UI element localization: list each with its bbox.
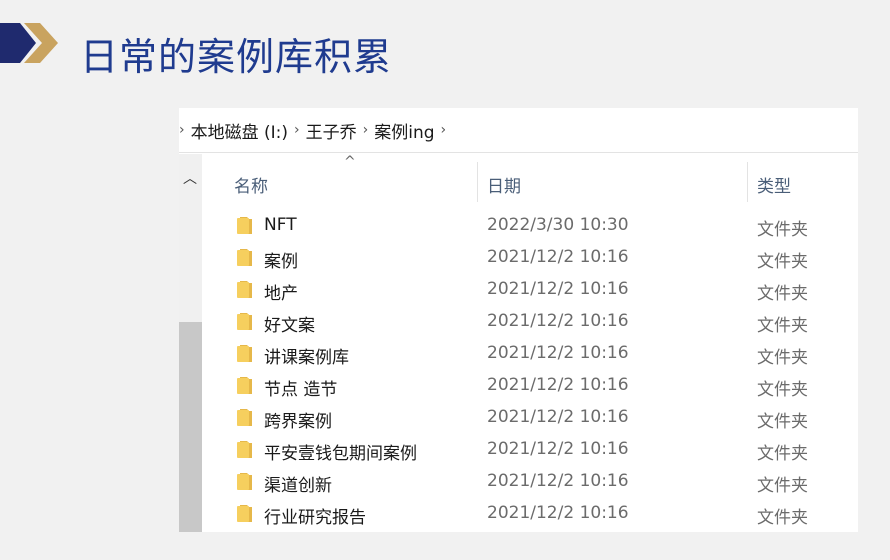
file-row[interactable]: 行业研究报告 2021/12/2 10:16 文件夹 (202, 498, 858, 530)
file-type: 文件夹 (757, 380, 808, 400)
folder-icon (237, 409, 252, 426)
chevron-right-icon[interactable]: › (441, 122, 447, 138)
file-date: 2021/12/2 10:16 (487, 375, 629, 395)
file-date: 2021/12/2 10:16 (487, 343, 629, 363)
breadcrumb: › 本地磁盘 (I:) › 王子乔 › 案例ing › (179, 108, 858, 153)
file-date: 2021/12/2 10:16 (487, 247, 629, 267)
file-row[interactable]: 讲课案例库 2021/12/2 10:16 文件夹 (202, 338, 858, 370)
file-date: 2021/12/2 10:16 (487, 471, 629, 491)
file-row[interactable]: 跨界案例 2021/12/2 10:16 文件夹 (202, 402, 858, 434)
chevron-right-icon[interactable]: › (294, 122, 300, 138)
folder-icon (237, 441, 252, 458)
folder-icon (237, 345, 252, 362)
file-name: 节点 造节 (264, 380, 338, 400)
file-row[interactable]: 地产 2021/12/2 10:16 文件夹 (202, 274, 858, 306)
folder-icon (237, 473, 252, 490)
file-date: 2021/12/2 10:16 (487, 279, 629, 299)
file-type: 文件夹 (757, 412, 808, 432)
file-name: 案例 (264, 252, 298, 272)
column-header-type[interactable]: 类型 (757, 172, 791, 197)
file-date: 2021/12/2 10:16 (487, 439, 629, 459)
column-header-name[interactable]: 名称 (234, 172, 268, 197)
file-row[interactable]: 节点 造节 2021/12/2 10:16 文件夹 (202, 370, 858, 402)
file-name: 地产 (264, 284, 298, 304)
chevron-right-icon[interactable]: › (179, 122, 185, 138)
file-explorer-window: › 本地磁盘 (I:) › 王子乔 › 案例ing › ︿ ^ 名称 日期 类型… (179, 108, 858, 532)
file-date: 2021/12/2 10:16 (487, 503, 629, 523)
column-header-row: ^ 名称 日期 类型 (202, 154, 858, 210)
folder-icon (237, 505, 252, 522)
file-type: 文件夹 (757, 508, 808, 528)
breadcrumb-item-drive[interactable]: 本地磁盘 (I:) (191, 118, 288, 143)
file-name: 好文案 (264, 316, 315, 336)
scrollbar-thumb[interactable] (179, 322, 202, 532)
breadcrumb-item-folder[interactable]: 王子乔 (306, 118, 357, 143)
vertical-scrollbar[interactable]: ︿ (179, 154, 202, 532)
column-divider[interactable] (477, 162, 478, 202)
file-type: 文件夹 (757, 284, 808, 304)
title-chevron-gold-icon (24, 23, 58, 63)
file-row[interactable]: 渠道创新 2021/12/2 10:16 文件夹 (202, 466, 858, 498)
file-row[interactable]: NFT 2022/3/30 10:30 文件夹 (202, 210, 858, 242)
folder-icon (237, 217, 252, 234)
file-name: 行业研究报告 (264, 508, 366, 528)
file-name: 渠道创新 (264, 476, 332, 496)
file-row[interactable]: 平安壹钱包期间案例 2021/12/2 10:16 文件夹 (202, 434, 858, 466)
folder-icon (237, 249, 252, 266)
file-name: 平安壹钱包期间案例 (264, 444, 417, 464)
file-list: NFT 2022/3/30 10:30 文件夹 案例 2021/12/2 10:… (202, 210, 858, 530)
scroll-up-arrow-icon[interactable]: ︿ (183, 168, 197, 188)
file-type: 文件夹 (757, 252, 808, 272)
file-type: 文件夹 (757, 476, 808, 496)
file-date: 2021/12/2 10:16 (487, 311, 629, 331)
file-date: 2021/12/2 10:16 (487, 407, 629, 427)
file-type: 文件夹 (757, 220, 808, 240)
chevron-right-icon[interactable]: › (363, 122, 369, 138)
folder-icon (237, 377, 252, 394)
sort-ascending-icon: ^ (344, 154, 356, 170)
file-row[interactable]: 案例 2021/12/2 10:16 文件夹 (202, 242, 858, 274)
column-header-date[interactable]: 日期 (487, 172, 521, 197)
column-divider[interactable] (747, 162, 748, 202)
file-name: NFT (264, 215, 297, 235)
folder-icon (237, 313, 252, 330)
file-type: 文件夹 (757, 444, 808, 464)
file-type: 文件夹 (757, 316, 808, 336)
file-row[interactable]: 好文案 2021/12/2 10:16 文件夹 (202, 306, 858, 338)
file-name: 讲课案例库 (264, 348, 349, 368)
file-type: 文件夹 (757, 348, 808, 368)
file-date: 2022/3/30 10:30 (487, 215, 629, 235)
folder-icon (237, 281, 252, 298)
slide-title: 日常的案例库积累 (80, 35, 393, 79)
file-name: 跨界案例 (264, 412, 332, 432)
breadcrumb-item-current[interactable]: 案例ing (374, 118, 434, 143)
